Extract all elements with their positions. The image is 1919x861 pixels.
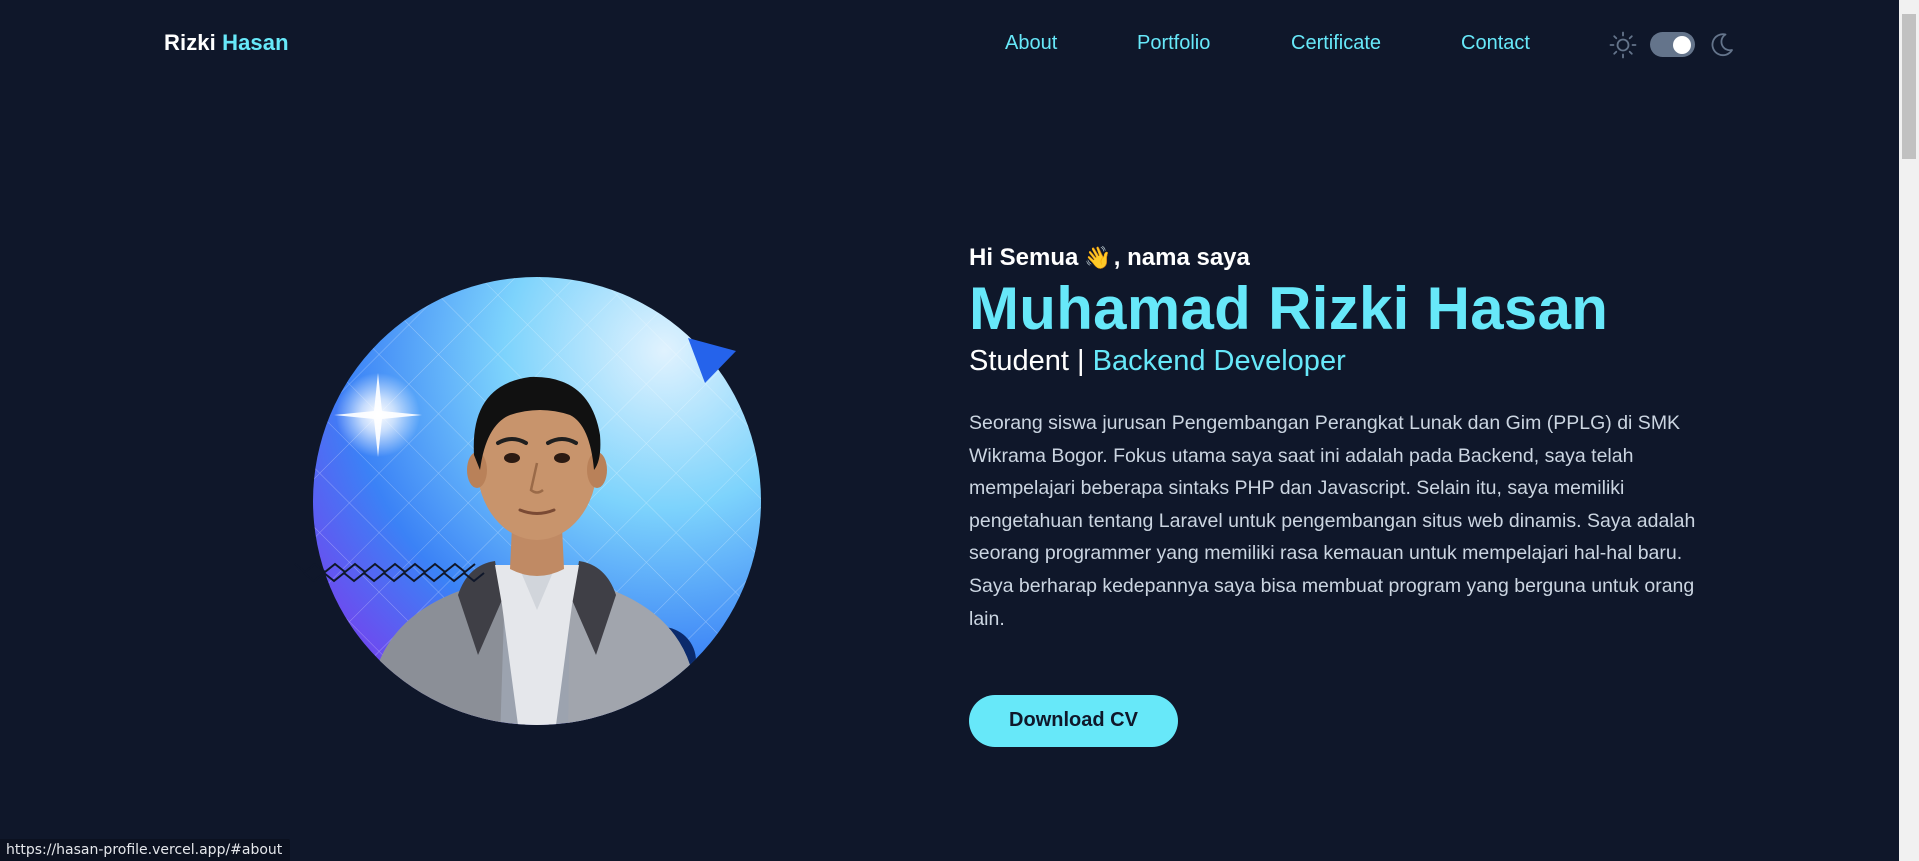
role-accent: Backend Developer	[1092, 345, 1346, 377]
status-bar-url: https://hasan-profile.vercel.app/#about	[0, 839, 291, 861]
theme-switcher	[1608, 29, 1736, 61]
brand-first-name: Rizki	[164, 30, 216, 55]
role-prefix: Student |	[969, 345, 1093, 377]
greeting-start: Hi Semua	[969, 244, 1079, 271]
bio-paragraph: Seorang siswa jurusan Pengembangan Peran…	[969, 412, 1696, 630]
page: Rizki Hasan About Portfolio Certificate …	[0, 0, 1919, 861]
full-name: Muhamad Rizki Hasan	[969, 275, 1609, 342]
profile-photo	[290, 265, 770, 740]
scrollbar-thumb[interactable]	[1902, 14, 1916, 159]
hero-text: Hi Semua 👋, nama saya Muhamad Rizki Hasan…	[969, 243, 1729, 747]
brand-last-name: Hasan	[222, 30, 289, 55]
waving-hand-icon: 👋	[1084, 245, 1112, 270]
role-title: Student | Backend Developer	[969, 343, 1729, 379]
greeting-end: , nama saya	[1113, 244, 1250, 271]
scrollbar[interactable]	[1899, 0, 1919, 861]
brand-logo[interactable]: Rizki Hasan	[164, 30, 289, 56]
sun-icon	[1608, 30, 1638, 60]
greeting: Hi Semua 👋, nama saya	[969, 243, 1729, 273]
moon-icon	[1706, 30, 1736, 60]
theme-toggle[interactable]	[1650, 32, 1695, 57]
toggle-knob	[1673, 35, 1691, 54]
nav-link-about[interactable]: About	[1005, 32, 1057, 55]
nav-link-contact[interactable]: Contact	[1461, 32, 1530, 55]
download-cv-button[interactable]: Download CV	[969, 694, 1178, 747]
nav-link-certificate[interactable]: Certificate	[1291, 32, 1381, 55]
nav-link-portfolio[interactable]: Portfolio	[1137, 32, 1210, 55]
